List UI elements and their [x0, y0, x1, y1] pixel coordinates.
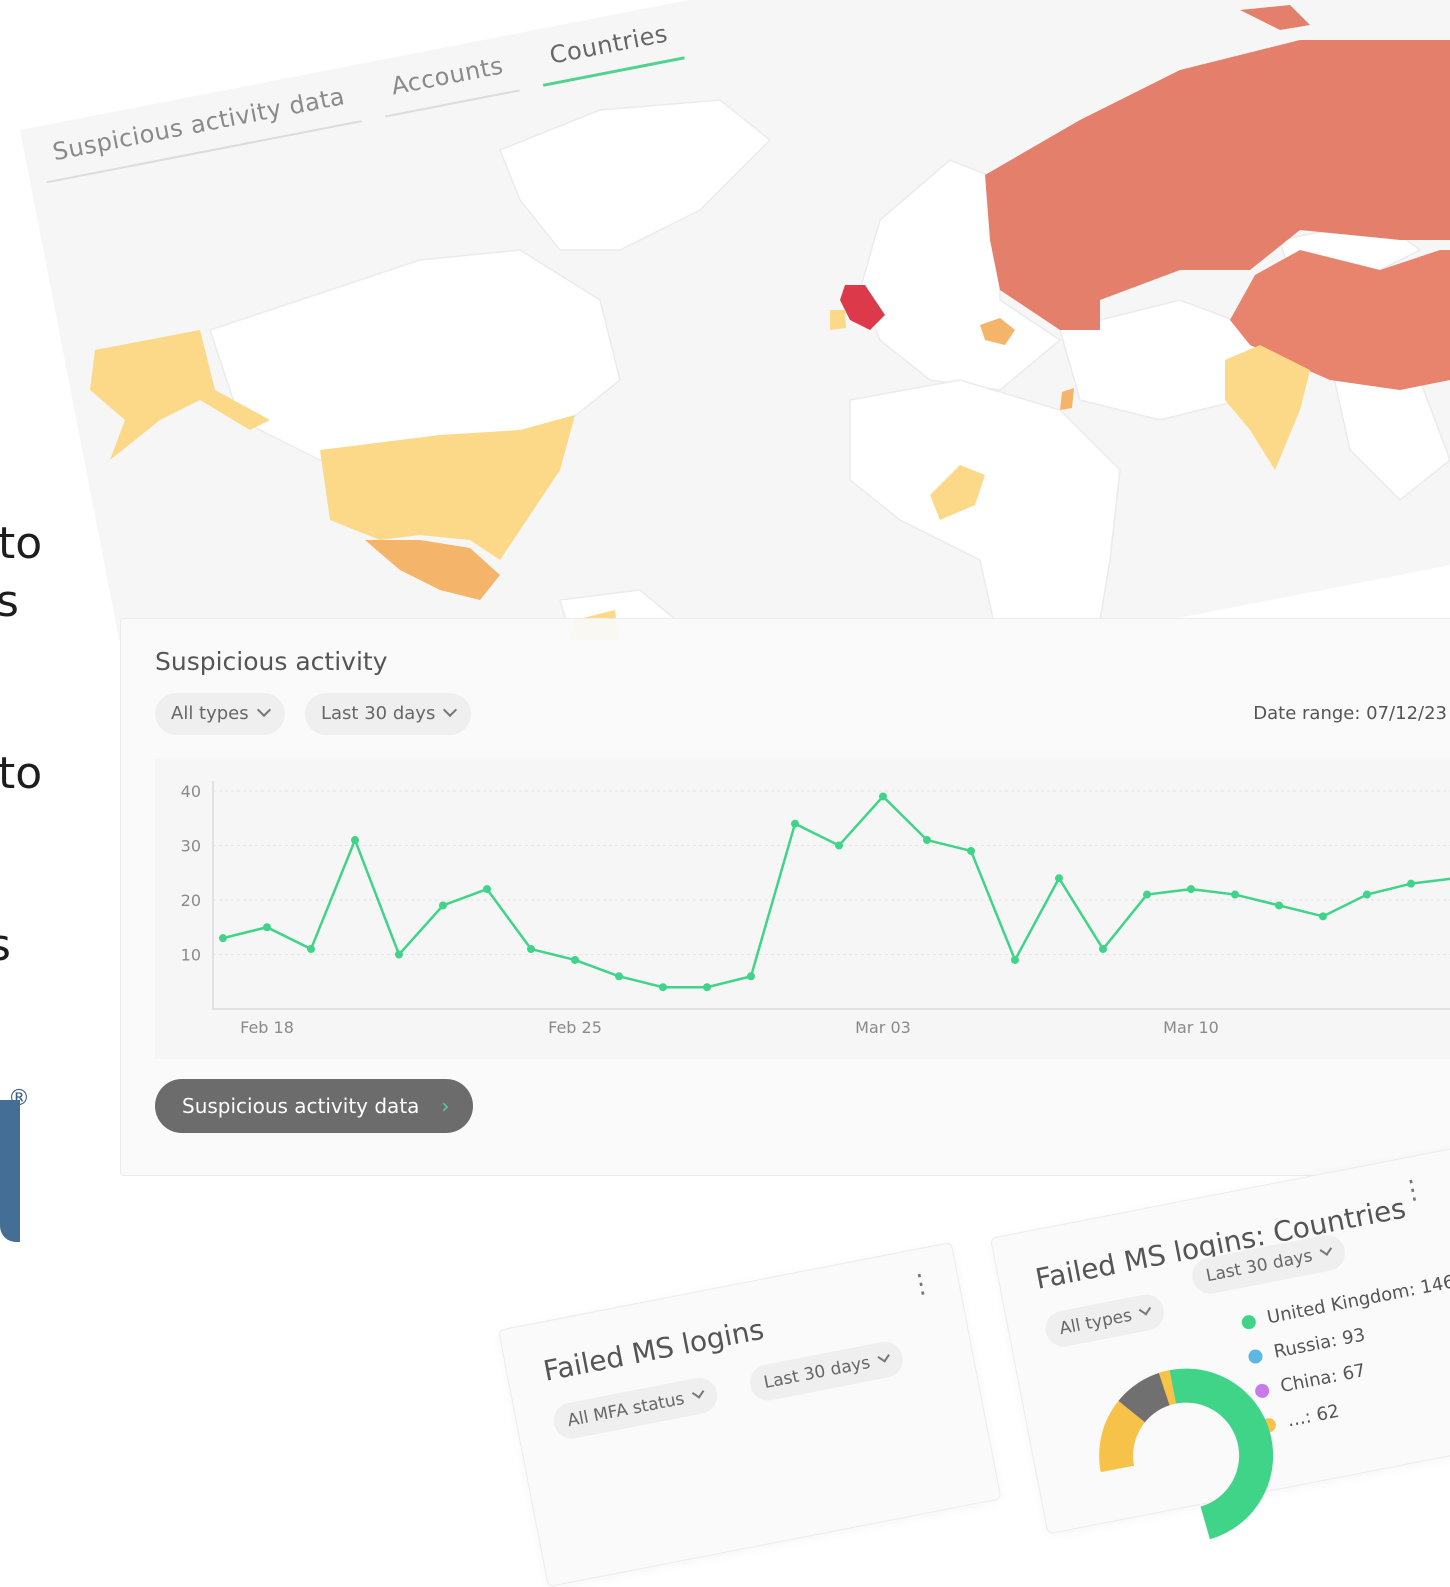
failed-ms-logins-card: Failed MS logins All MFA status Last 30 … [498, 1241, 1002, 1587]
tab-suspicious-activity-data[interactable]: Suspicious activity data [38, 79, 362, 184]
data-point[interactable] [263, 923, 271, 932]
edge-text-3: to [0, 748, 43, 799]
chevron-down-icon [1319, 1243, 1333, 1256]
data-point[interactable] [835, 841, 843, 850]
data-point[interactable] [1319, 912, 1327, 921]
data-point[interactable] [967, 846, 975, 855]
cta-label: Suspicious activity data [182, 1094, 420, 1118]
chevron-right-icon: › [441, 1094, 450, 1118]
suspicious-activity-card: Suspicious activity All types Last 30 da… [120, 618, 1450, 1176]
data-point[interactable] [483, 885, 491, 894]
mfa-status-label: All MFA status [565, 1388, 687, 1432]
tab-bar: Suspicious activity data Accounts Countr… [38, 17, 685, 184]
chevron-down-icon [256, 702, 271, 718]
legend-label: …: 62 [1285, 1400, 1342, 1432]
suspicious-activity-data-button[interactable]: Suspicious activity data › [155, 1079, 474, 1133]
data-point[interactable] [703, 983, 711, 992]
data-point[interactable] [219, 934, 227, 943]
data-point[interactable] [1275, 901, 1283, 910]
data-point[interactable] [615, 972, 623, 981]
x-tick-label: Mar 03 [855, 1018, 911, 1037]
range-filter-dropdown[interactable]: Last 30 days [305, 693, 472, 735]
failed-ms-logins-countries-card: Failed MS logins: Countries All types La… [990, 1146, 1450, 1543]
data-point[interactable] [395, 950, 403, 959]
failed-logins-range-dropdown[interactable]: Last 30 days [746, 1338, 906, 1404]
range-filter-label: Last 30 days [321, 703, 436, 724]
data-point[interactable] [879, 792, 887, 801]
y-tick-label: 10 [181, 946, 201, 965]
data-point[interactable] [659, 983, 667, 992]
world-map-panel: Suspicious activity data Accounts Countr… [0, 0, 1450, 640]
data-point[interactable] [747, 972, 755, 981]
brand-logo-fragment [0, 1100, 20, 1242]
data-point[interactable] [1187, 885, 1195, 894]
y-tick-label: 20 [181, 891, 201, 910]
x-tick-label: Feb 18 [240, 1018, 294, 1037]
chevron-down-icon [1139, 1302, 1152, 1316]
chart-axes [212, 781, 1450, 1010]
chevron-down-icon [877, 1350, 890, 1363]
edge-text-4: s [0, 920, 11, 971]
data-point[interactable] [1099, 945, 1107, 954]
legend-label: Russia: 93 [1272, 1324, 1367, 1363]
data-point[interactable] [439, 901, 447, 910]
chevron-down-icon [691, 1386, 704, 1399]
data-point[interactable] [791, 819, 799, 828]
data-point[interactable] [571, 955, 579, 964]
data-point[interactable] [351, 836, 359, 845]
mfa-status-dropdown[interactable]: All MFA status [550, 1374, 721, 1442]
card-title: Suspicious activity [155, 647, 388, 676]
suspicious-activity-line-chart: 10 20 30 40 Feb 18 Feb 25 Mar 03 Mar 10 [181, 781, 1450, 1037]
legend-dot [1240, 1313, 1257, 1330]
tab-countries[interactable]: Countries [535, 17, 685, 87]
data-point[interactable] [1143, 890, 1151, 899]
failed-logins-range-label: Last 30 days [762, 1352, 872, 1394]
data-point[interactable] [923, 836, 931, 845]
data-point[interactable] [1363, 890, 1371, 899]
y-tick-label: 40 [181, 782, 201, 801]
data-point[interactable] [527, 945, 535, 954]
line-chart-area: 10 20 30 40 Feb 18 Feb 25 Mar 03 Mar 10 [155, 759, 1450, 1059]
data-point[interactable] [1011, 955, 1019, 964]
failed-ms-logins-title: Failed MS logins [540, 1312, 767, 1388]
data-point[interactable] [1407, 879, 1415, 888]
x-tick-label: Feb 25 [548, 1018, 602, 1037]
series-line [222, 794, 1450, 989]
tab-accounts[interactable]: Accounts [377, 49, 521, 118]
data-point[interactable] [307, 945, 315, 954]
countries-type-label: All types [1057, 1305, 1134, 1340]
more-options-icon[interactable]: ⋮ [1397, 1173, 1428, 1207]
y-tick-label: 30 [181, 837, 201, 856]
data-point[interactable] [1055, 874, 1063, 883]
more-options-icon[interactable]: ⋮ [905, 1267, 936, 1301]
countries-type-dropdown[interactable]: All types [1042, 1291, 1168, 1350]
countries-donut-chart [1099, 1368, 1274, 1543]
type-filter-label: All types [171, 703, 249, 724]
type-filter-dropdown[interactable]: All types [155, 693, 285, 735]
data-point[interactable] [1231, 890, 1239, 899]
x-tick-label: Mar 10 [1163, 1018, 1219, 1037]
date-range-label: Date range: 07/12/23 [1253, 703, 1447, 724]
legend-label: China: 67 [1278, 1360, 1368, 1398]
chevron-down-icon [443, 702, 458, 718]
